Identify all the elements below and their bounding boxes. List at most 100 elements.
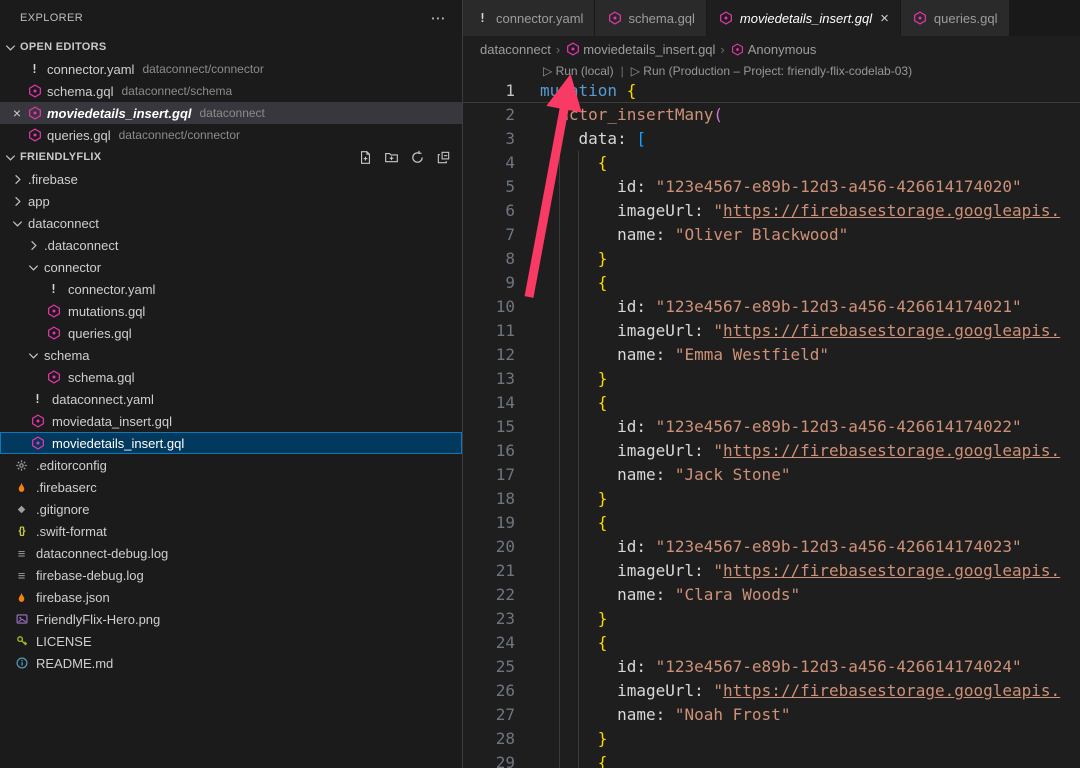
code-line-1[interactable]: 1mutation {: [463, 79, 1080, 103]
code-line-24[interactable]: 24 {: [463, 631, 1080, 655]
open-editor-connector.yaml[interactable]: !connector.yamldataconnect/connector: [0, 58, 462, 80]
tree-item-app[interactable]: app: [0, 190, 462, 212]
tree-item-moviedata_insert.gql[interactable]: moviedata_insert.gql: [0, 410, 462, 432]
gear-icon: [13, 457, 30, 473]
breadcrumb-moviedetails_insert.gql[interactable]: moviedetails_insert.gql: [565, 41, 715, 57]
tree-item-mutations.gql[interactable]: mutations.gql: [0, 300, 462, 322]
code-line-28[interactable]: 28 }: [463, 727, 1080, 751]
code-line-25[interactable]: 25 id: "123e4567-e89b-12d3-a456-42661417…: [463, 655, 1080, 679]
code-line-15[interactable]: 15 id: "123e4567-e89b-12d3-a456-42661417…: [463, 415, 1080, 439]
open-editor-description: dataconnect/connector: [119, 128, 240, 142]
code-line-6[interactable]: 6 imageUrl: "https://firebasestorage.goo…: [463, 199, 1080, 223]
tab-label: connector.yaml: [496, 11, 583, 26]
line-number: 28: [463, 727, 535, 751]
code-line-17[interactable]: 17 name: "Jack Stone": [463, 463, 1080, 487]
codelens-separator: |: [621, 64, 624, 78]
tree-item-schema[interactable]: schema: [0, 344, 462, 366]
code-line-3[interactable]: 3 data: [: [463, 127, 1080, 151]
code-line-19[interactable]: 19 {: [463, 511, 1080, 535]
code-line-14[interactable]: 14 {: [463, 391, 1080, 415]
code-line-12[interactable]: 12 name: "Emma Westfield": [463, 343, 1080, 367]
tree-item-LICENSE[interactable]: LICENSE: [0, 630, 462, 652]
tree-item-FriendlyFlix-Hero.png[interactable]: FriendlyFlix-Hero.png: [0, 608, 462, 630]
tree-item-dataconnect[interactable]: dataconnect: [0, 212, 462, 234]
file-tree: .firebaseapp dataconnect .dataconnectconne…: [0, 168, 462, 674]
tree-item-label: schema: [44, 348, 90, 363]
code-text: id: "123e4567-e89b-12d3-a456-42661417402…: [535, 295, 1022, 319]
tree-item-.firebase[interactable]: .firebase: [0, 168, 462, 190]
close-icon[interactable]: ×: [8, 105, 26, 121]
tree-item-.firebaserc[interactable]: .firebaserc: [0, 476, 462, 498]
new-file-icon[interactable]: [356, 148, 374, 166]
tab-queries.gql[interactable]: queries.gql: [901, 0, 1010, 36]
code-line-27[interactable]: 27 name: "Noah Frost": [463, 703, 1080, 727]
code-line-16[interactable]: 16 imageUrl: "https://firebasestorage.go…: [463, 439, 1080, 463]
tree-item-label: firebase.json: [36, 590, 110, 605]
code-text: name: "Oliver Blackwood": [535, 223, 848, 247]
tree-item-.editorconfig[interactable]: .editorconfig: [0, 454, 462, 476]
line-number: 24: [463, 631, 535, 655]
explorer-more-actions-icon[interactable]: ⋯: [431, 9, 446, 27]
tree-item-queries.gql[interactable]: queries.gql: [0, 322, 462, 344]
codelens-row: ▷ Run (local) | ▷ Run (Production – Proj…: [463, 62, 1080, 79]
line-number: 9: [463, 271, 535, 295]
code-line-18[interactable]: 18 }: [463, 487, 1080, 511]
log-icon: ≡: [13, 545, 30, 561]
line-number: 11: [463, 319, 535, 343]
code-line-23[interactable]: 23 }: [463, 607, 1080, 631]
run-local-link[interactable]: ▷ Run (local): [543, 64, 614, 78]
graphql-icon: [912, 10, 929, 26]
tree-item-README.md[interactable]: README.md: [0, 652, 462, 674]
tree-item-.swift-format[interactable]: {}.swift-format: [0, 520, 462, 542]
open-editor-queries.gql[interactable]: queries.gqldataconnect/connector: [0, 124, 462, 146]
code-line-10[interactable]: 10 id: "123e4567-e89b-12d3-a456-42661417…: [463, 295, 1080, 319]
code-line-26[interactable]: 26 imageUrl: "https://firebasestorage.go…: [463, 679, 1080, 703]
code-line-22[interactable]: 22 name: "Clara Woods": [463, 583, 1080, 607]
tree-item-firebase-debug.log[interactable]: ≡firebase-debug.log: [0, 564, 462, 586]
open-editor-moviedetails_insert.gql[interactable]: ×moviedetails_insert.gqldataconnect: [0, 102, 462, 124]
open-editor-schema.gql[interactable]: schema.gqldataconnect/schema: [0, 80, 462, 102]
code-line-4[interactable]: 4 {: [463, 151, 1080, 175]
tree-item-firebase.json[interactable]: firebase.json: [0, 586, 462, 608]
tree-item-dataconnect.yaml[interactable]: !dataconnect.yaml: [0, 388, 462, 410]
close-icon[interactable]: ×: [880, 11, 889, 26]
code-line-20[interactable]: 20 id: "123e4567-e89b-12d3-a456-42661417…: [463, 535, 1080, 559]
tab-moviedetails_insert.gql[interactable]: moviedetails_insert.gql×: [707, 0, 901, 36]
code-line-11[interactable]: 11 imageUrl: "https://firebasestorage.go…: [463, 319, 1080, 343]
tree-item-connector.yaml[interactable]: !connector.yaml: [0, 278, 462, 300]
tree-item-label: .firebaserc: [36, 480, 97, 495]
breadcrumb-Anonymous[interactable]: Anonymous: [730, 41, 817, 57]
tab-schema.gql[interactable]: schema.gql: [595, 0, 706, 36]
code-line-2[interactable]: 2 actor_insertMany(: [463, 103, 1080, 127]
code-text: {: [535, 271, 607, 295]
refresh-icon[interactable]: [408, 148, 426, 166]
code-line-9[interactable]: 9 {: [463, 271, 1080, 295]
code-line-13[interactable]: 13 }: [463, 367, 1080, 391]
line-number: 22: [463, 583, 535, 607]
tree-item-dataconnect-debug.log[interactable]: ≡dataconnect-debug.log: [0, 542, 462, 564]
workspace-header[interactable]: FRIENDLYFLIX: [0, 146, 462, 168]
code-line-21[interactable]: 21 imageUrl: "https://firebasestorage.go…: [463, 559, 1080, 583]
code-line-5[interactable]: 5 id: "123e4567-e89b-12d3-a456-426614174…: [463, 175, 1080, 199]
yaml-warn-icon: !: [45, 281, 62, 297]
code-text: name: "Clara Woods": [535, 583, 800, 607]
code-line-29[interactable]: 29 {: [463, 751, 1080, 768]
run-production-link[interactable]: ▷ Run (Production – Project: friendly-fl…: [631, 64, 912, 78]
open-editors-header[interactable]: OPEN EDITORS: [0, 36, 462, 58]
tab-connector.yaml[interactable]: !connector.yaml: [463, 0, 595, 36]
code-text: {: [535, 151, 607, 175]
code-line-7[interactable]: 7 name: "Oliver Blackwood": [463, 223, 1080, 247]
tree-item-moviedetails_insert.gql[interactable]: moviedetails_insert.gql: [0, 432, 462, 454]
code-editor[interactable]: ▷ Run (local) | ▷ Run (Production – Proj…: [463, 62, 1080, 768]
breadcrumb-dataconnect[interactable]: dataconnect: [480, 42, 551, 57]
new-folder-icon[interactable]: [382, 148, 400, 166]
tree-item-schema.gql[interactable]: schema.gql: [0, 366, 462, 388]
code-text: name: "Emma Westfield": [535, 343, 829, 367]
collapse-all-icon[interactable]: [434, 148, 452, 166]
tree-item-.dataconnect[interactable]: .dataconnect: [0, 234, 462, 256]
tree-item-label: dataconnect: [28, 216, 99, 231]
tree-item-.gitignore[interactable]: .gitignore: [0, 498, 462, 520]
code-line-8[interactable]: 8 }: [463, 247, 1080, 271]
code-text: imageUrl: "https://firebasestorage.googl…: [535, 319, 1060, 343]
tree-item-connector[interactable]: connector: [0, 256, 462, 278]
